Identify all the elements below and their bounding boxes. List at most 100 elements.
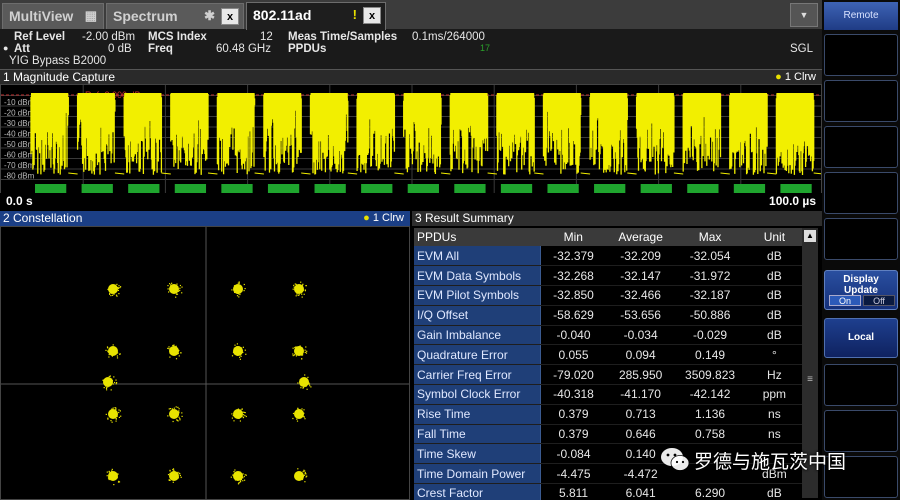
- tab-multiview[interactable]: MultiView ▦: [2, 3, 104, 29]
- constellation-point-cluster: [230, 469, 247, 485]
- y-axis-tick-label: -70 dBm: [4, 161, 35, 170]
- constellation-point-cluster: [167, 344, 182, 360]
- ref-level-label: Ref Level: [14, 31, 66, 43]
- table-row: Carrier Freq Error -79.020 285.950 3509.823…: [414, 364, 804, 386]
- constellation-point-cluster: [105, 407, 122, 423]
- remote-indicator: Remote: [824, 2, 898, 30]
- scroll-up-arrow-icon[interactable]: ▲: [804, 230, 816, 242]
- constellation-trace-indicator: ● 1 Clrw: [363, 211, 404, 226]
- row-min-value: -32.850: [540, 285, 606, 306]
- row-min-value: -32.379: [540, 246, 606, 267]
- row-average-value: 285.950: [605, 364, 676, 386]
- constellation-point-cluster: [102, 375, 118, 391]
- row-parameter-name: EVM Pilot Symbols: [414, 285, 542, 306]
- tab-multiview-label: MultiView: [9, 8, 74, 24]
- table-row: I/Q Offset -58.629 -53.656 -50.886 dB: [414, 304, 804, 326]
- softkey-1[interactable]: [824, 34, 898, 76]
- column-header-max: Max: [675, 228, 745, 246]
- column-header-min: Min: [540, 228, 606, 246]
- y-axis-tick-label: -60 dBm: [4, 151, 35, 160]
- y-axis-tick-label: -20 dBm: [4, 109, 35, 118]
- trace-dot-icon: ●: [775, 71, 782, 83]
- trace-dot-icon: ●: [363, 212, 370, 224]
- row-max-value: -32.054: [675, 246, 745, 267]
- meas-time-value: 0.1ms/264000: [412, 31, 485, 43]
- magnitude-capture-plot[interactable]: Ref -2.000 dBm -10 dBm -20 dBm -30 dBm -40 d…: [0, 84, 822, 194]
- close-spectrum-button[interactable]: x: [221, 8, 239, 25]
- magnitude-capture-title: 1 Magnitude Capture: [3, 70, 116, 84]
- row-max-value: -50.886: [675, 304, 745, 326]
- row-parameter-name: Rise Time: [414, 403, 542, 425]
- sgl-indicator: SGL: [790, 43, 814, 55]
- softkey-2[interactable]: [824, 80, 898, 122]
- burst-marker: [407, 184, 439, 193]
- y-axis-tick-label: -30 dBm: [4, 119, 35, 128]
- row-min-value: 0.055: [540, 344, 606, 366]
- row-max-value: 3509.823: [675, 364, 745, 386]
- constellation-point-cluster: [292, 407, 306, 422]
- ppdus-value: 17: [480, 43, 491, 53]
- close-80211ad-button[interactable]: x: [363, 7, 381, 24]
- grid-icon: ▦: [84, 8, 97, 23]
- row-unit: Hz: [744, 364, 804, 386]
- row-average-value: -41.170: [605, 384, 676, 405]
- row-parameter-name: Symbol Clock Error: [414, 384, 542, 405]
- magnitude-trace-indicator: ● 1 Clrw: [775, 70, 816, 85]
- burst-trace: [449, 93, 497, 175]
- att-label: Att: [14, 43, 30, 55]
- burst-marker: [687, 184, 719, 193]
- watermark-text: 罗德与施瓦茨中国: [694, 451, 847, 473]
- table-row: Symbol Clock Error -40.318 -41.170 -42.142 p…: [414, 384, 804, 405]
- column-header-average: Average: [605, 228, 676, 246]
- softkey-5[interactable]: [824, 218, 898, 260]
- row-unit: dB: [744, 483, 804, 500]
- burst-trace: [542, 93, 591, 175]
- display-update-off-toggle[interactable]: Off: [863, 295, 895, 306]
- constellation-point-cluster: [167, 468, 182, 483]
- row-average-value: -32.147: [605, 265, 676, 287]
- local-softkey[interactable]: Local: [824, 318, 898, 358]
- burst-trace: [589, 93, 637, 175]
- row-parameter-name: Time Domain Power: [414, 463, 542, 485]
- tab-80211ad[interactable]: 802.11ad ! x: [246, 2, 386, 30]
- row-max-value: 1.136: [675, 403, 745, 425]
- display-update-on-toggle[interactable]: On: [829, 295, 861, 306]
- measurement-info-bar: Ref Level -2.00 dBm ● Att 0 dB YIG Bypas…: [0, 30, 822, 69]
- constellation-point-cluster: [107, 283, 122, 297]
- row-average-value: -32.209: [605, 246, 676, 267]
- row-min-value: 0.379: [540, 403, 606, 425]
- table-row: Fall Time 0.379 0.646 0.758 ns: [414, 424, 804, 445]
- row-average-value: -53.656: [605, 304, 676, 326]
- row-min-value: -79.020: [540, 364, 606, 386]
- burst-marker: [81, 184, 113, 193]
- y-axis-tick-label: -80 dBm: [4, 172, 35, 181]
- burst-marker: [35, 184, 67, 193]
- burst-marker: [780, 184, 812, 193]
- burst-trace: [76, 93, 125, 175]
- row-max-value: 0.149: [675, 344, 745, 366]
- burst-trace: [263, 93, 311, 175]
- tab-spectrum[interactable]: Spectrum ✱ x: [106, 3, 244, 29]
- tab-menu-dropdown-button[interactable]: ▼: [790, 3, 818, 27]
- softkey-4[interactable]: [824, 172, 898, 214]
- display-update-softkey[interactable]: Display Update On Off: [824, 270, 898, 310]
- result-summary-titlebar[interactable]: 3 Result Summary: [412, 211, 822, 226]
- table-row: Rise Time 0.379 0.713 1.136 ns: [414, 403, 804, 425]
- row-unit: ppm: [744, 384, 804, 405]
- table-row: EVM All -32.379 -32.209 -32.054 dB: [414, 246, 804, 267]
- magnitude-capture-titlebar[interactable]: 1 Magnitude Capture ● 1 Clrw: [0, 69, 822, 84]
- mcs-index-label: MCS Index: [148, 31, 207, 43]
- constellation-titlebar[interactable]: 2 Constellation ● 1 Clrw: [0, 211, 410, 226]
- softkey-3[interactable]: [824, 126, 898, 168]
- constellation-point-cluster: [231, 408, 247, 422]
- freq-label: Freq: [148, 43, 173, 55]
- softkey-8[interactable]: [824, 364, 898, 406]
- scroll-thumb-grip-icon[interactable]: ≡: [803, 374, 817, 386]
- softkey-panel: Remote Display Update On Off Local: [822, 0, 900, 500]
- constellation-plot[interactable]: [0, 226, 410, 500]
- column-header-unit: Unit: [744, 228, 804, 246]
- tab-80211ad-label: 802.11ad: [253, 7, 312, 23]
- att-value: 0 dB: [108, 43, 132, 55]
- watermark: 罗德与施瓦茨中国: [660, 444, 892, 478]
- row-unit: dB: [744, 325, 804, 346]
